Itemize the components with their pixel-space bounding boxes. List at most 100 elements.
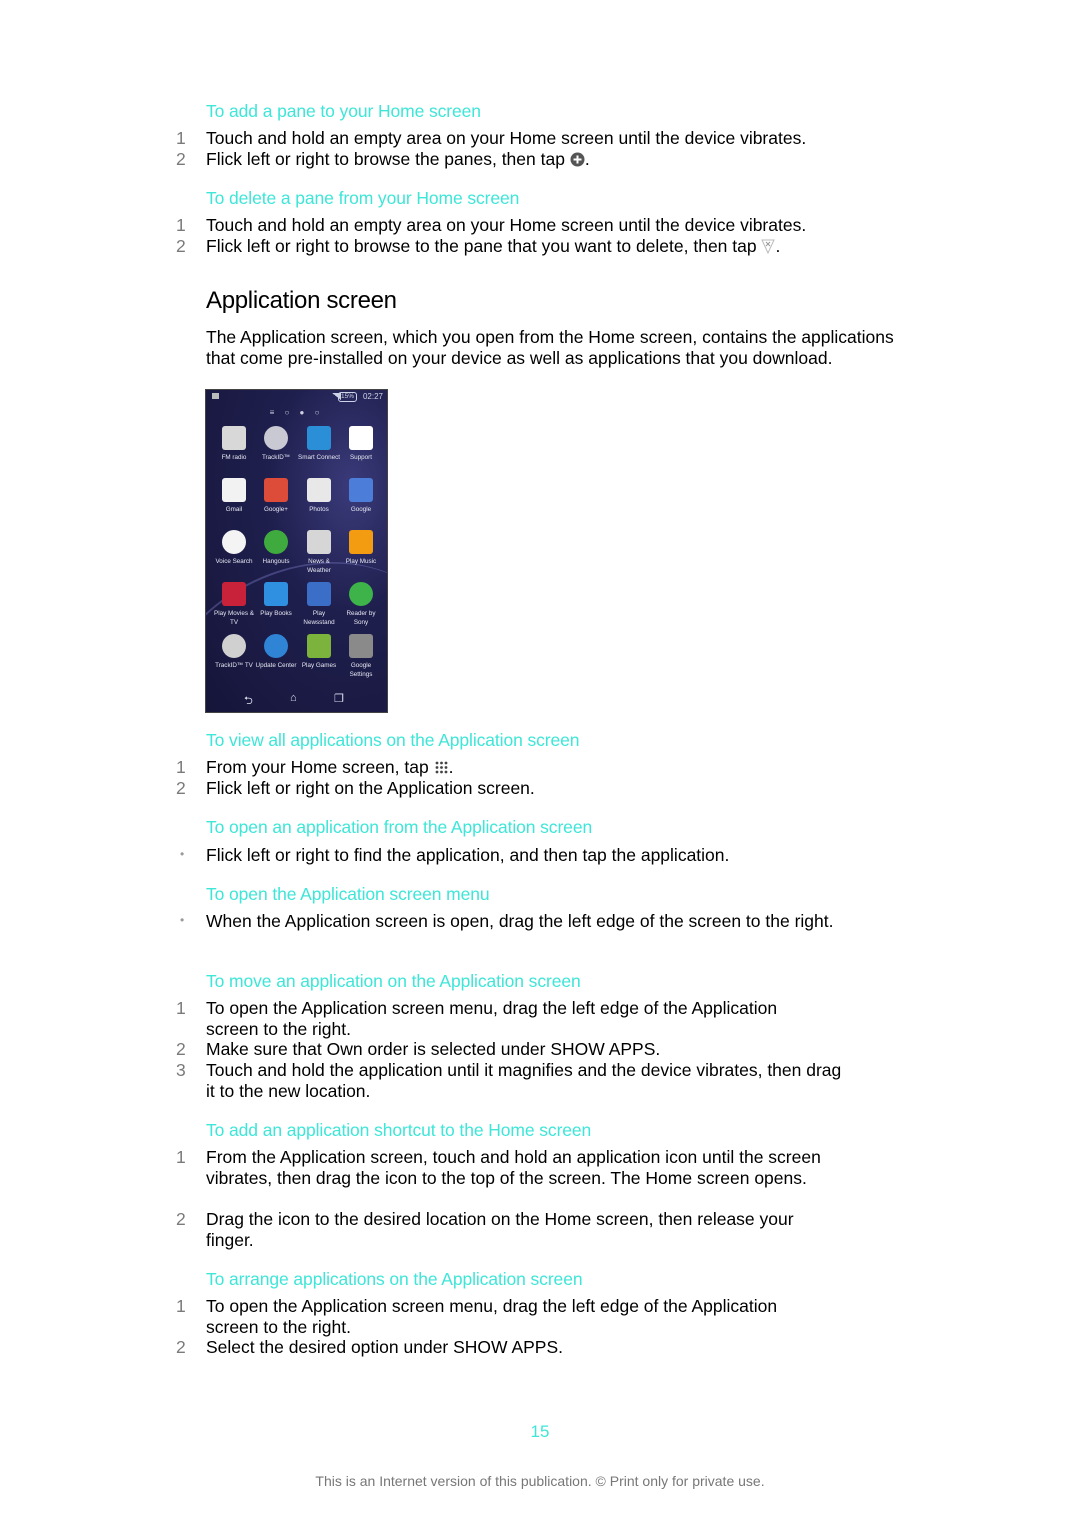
app-icon-google[interactable]: Google xyxy=(339,478,383,515)
step-suffix: . xyxy=(558,1337,564,1357)
step-suffix: . xyxy=(775,236,781,256)
app-label: Hangouts xyxy=(262,558,290,565)
app-label: Smart Connect xyxy=(298,454,340,461)
app-icon-support[interactable]: Support xyxy=(339,426,383,463)
app-label: Play Games xyxy=(301,662,337,669)
app-glyph-icon xyxy=(307,634,331,658)
pane-indicator: ≡ ○ ● ○ xyxy=(269,408,324,417)
home-icon[interactable]: ⌂ xyxy=(290,692,297,704)
step-number: 2 xyxy=(176,778,186,798)
app-icon-fm-radio[interactable]: FM radio xyxy=(212,426,256,463)
ui-term: Own order xyxy=(326,1039,409,1059)
app-glyph-icon xyxy=(222,478,246,502)
delete-pane-icon xyxy=(761,238,776,259)
step-text: Flick left or right to find the applicat… xyxy=(206,845,730,865)
app-icon-google-settings[interactable]: Google Settings xyxy=(339,634,383,679)
app-icon-gmail[interactable]: Gmail xyxy=(212,478,256,515)
app-glyph-icon xyxy=(307,426,331,450)
app-glyph-icon xyxy=(264,634,288,658)
apps-grid-icon xyxy=(434,759,449,780)
app-icon-trackid-tv[interactable]: TrackID™ TV xyxy=(212,634,256,671)
app-label: Gmail xyxy=(225,506,243,513)
bullet: • xyxy=(180,913,185,927)
app-glyph-icon xyxy=(349,634,373,658)
task-heading-open-app: To open an application from the Applicat… xyxy=(206,817,593,837)
app-icon-play-newsstand[interactable]: Play Newsstand xyxy=(297,582,341,627)
battery-indicator: 15% xyxy=(337,392,357,402)
step-number: 2 xyxy=(176,1209,186,1229)
app-icon-play-books[interactable]: Play Books xyxy=(254,582,298,619)
recent-apps-icon[interactable]: ❐ xyxy=(334,692,344,705)
app-label: Google+ xyxy=(264,506,288,513)
step-number: 2 xyxy=(176,1337,186,1357)
app-label: Reader by Sony xyxy=(346,610,376,626)
step-text: Touch and hold the application until it … xyxy=(206,1060,842,1101)
add-circle-icon xyxy=(570,151,585,172)
app-label: Play Music xyxy=(345,558,377,565)
step-text: Select the desired option under SHOW APP… xyxy=(206,1337,846,1358)
step-text: To open the Application screen menu, dra… xyxy=(206,1296,778,1337)
back-icon[interactable]: ⮌ xyxy=(244,692,253,711)
app-label: Support xyxy=(349,454,373,461)
step-text: Drag the icon to the desired location on… xyxy=(206,1209,794,1250)
step-suffix: . xyxy=(655,1039,661,1059)
step-text: From the Application screen, touch and h… xyxy=(206,1147,821,1188)
section-title: Application screen xyxy=(206,287,397,314)
task-heading-add-pane: To add a pane to your Home screen xyxy=(206,101,481,121)
app-icon-voice-search[interactable]: Voice Search xyxy=(212,530,256,567)
task-heading-arrange-apps: To arrange applications on the Applicati… xyxy=(206,1269,583,1289)
step-text-body: is selected under xyxy=(408,1039,551,1059)
step-text-body: Flick left or right to browse to the pan… xyxy=(206,236,757,256)
app-label: FM radio xyxy=(221,454,247,461)
notification-icon xyxy=(212,393,219,399)
app-label: Google Settings xyxy=(349,662,373,678)
step-text-body: Flick left or right to browse the panes,… xyxy=(206,149,565,169)
navigation-bar: ⮌ ⌂ ❐ xyxy=(206,692,387,707)
app-glyph-icon xyxy=(222,634,246,658)
app-label: Voice Search xyxy=(215,558,253,565)
app-icon-photos[interactable]: Photos xyxy=(297,478,341,515)
app-glyph-icon xyxy=(307,530,331,554)
app-glyph-icon xyxy=(264,530,288,554)
task-heading-open-menu: To open the Application screen menu xyxy=(206,884,490,904)
bullet: • xyxy=(180,847,185,861)
app-glyph-icon xyxy=(307,478,331,502)
app-icon-trackid[interactable]: TrackID™ xyxy=(254,426,298,463)
app-icon-news-weather[interactable]: News & Weather xyxy=(297,530,341,575)
app-icon-smart-connect[interactable]: Smart Connect xyxy=(297,426,341,463)
app-glyph-icon xyxy=(264,478,288,502)
step-text-body: From your Home screen, tap xyxy=(206,757,429,777)
ui-term: SHOW APPS xyxy=(453,1337,559,1357)
app-label: TrackID™ TV xyxy=(215,662,253,669)
app-icon-play-movies-tv[interactable]: Play Movies & TV xyxy=(212,582,256,627)
app-icon-update-center[interactable]: Update Center xyxy=(254,634,298,671)
task-heading-delete-pane: To delete a pane from your Home screen xyxy=(206,188,520,208)
step-text: To open the Application screen menu, dra… xyxy=(206,998,778,1039)
app-label: Play Newsstand xyxy=(303,610,335,626)
footer-notice: This is an Internet version of this publ… xyxy=(315,1473,765,1489)
app-icon-play-music[interactable]: Play Music xyxy=(339,530,383,567)
step-number: 1 xyxy=(176,998,186,1018)
task-heading-view-all: To view all applications on the Applicat… xyxy=(206,730,580,750)
step-suffix: . xyxy=(584,149,590,169)
step-text: Make sure that Own order is selected und… xyxy=(206,1039,846,1060)
step-number: 3 xyxy=(176,1060,186,1080)
step-number: 1 xyxy=(176,128,186,148)
task-heading-add-shortcut: To add an application shortcut to the Ho… xyxy=(206,1120,592,1140)
app-icon-play-games[interactable]: Play Games xyxy=(297,634,341,671)
app-icon-hangouts[interactable]: Hangouts xyxy=(254,530,298,567)
app-icon-google[interactable]: Google+ xyxy=(254,478,298,515)
app-icon-reader-by-sony[interactable]: Reader by Sony xyxy=(339,582,383,627)
step-text: Flick left or right to browse the panes,… xyxy=(206,149,846,172)
step-text: Touch and hold an empty area on your Hom… xyxy=(206,128,807,148)
step-suffix: . xyxy=(448,757,454,777)
app-label: Update Center xyxy=(255,662,297,669)
app-glyph-icon xyxy=(349,478,373,502)
step-text: Flick left or right on the Application s… xyxy=(206,778,535,798)
app-label: Play Books xyxy=(260,610,292,617)
app-glyph-icon xyxy=(222,582,246,606)
step-text: When the Application screen is open, dra… xyxy=(206,911,834,931)
status-bar: 15% 02:27 xyxy=(206,390,387,404)
step-text-body: Make sure that xyxy=(206,1039,327,1059)
task-heading-move-app: To move an application on the Applicatio… xyxy=(206,971,581,991)
